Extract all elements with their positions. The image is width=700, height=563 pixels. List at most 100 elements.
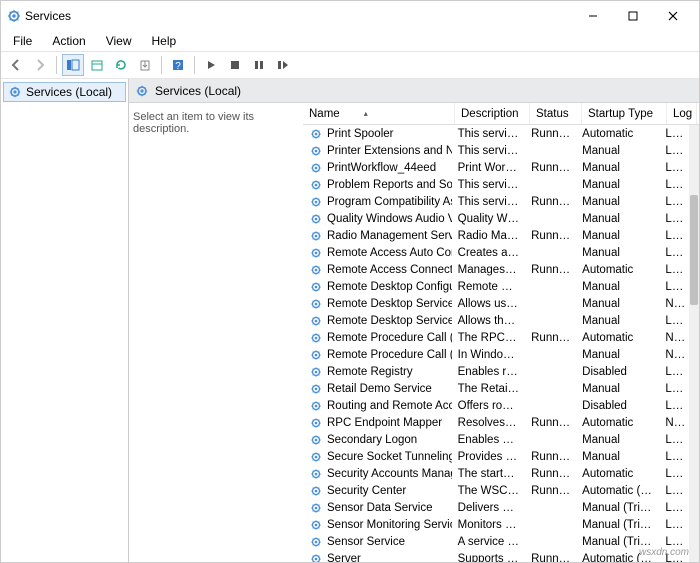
service-name: Sensor Data Service	[327, 502, 432, 514]
service-startup: Disabled	[576, 366, 659, 378]
service-row[interactable]: Security Accounts ManagerThe startup ...…	[303, 465, 689, 482]
service-description: The WSCSV...	[452, 485, 525, 497]
service-description: A service fo...	[452, 536, 525, 548]
service-startup: Manual	[576, 162, 659, 174]
minimize-button[interactable]	[573, 2, 613, 30]
service-row[interactable]: Remote Desktop Configurat...Remote Des..…	[303, 278, 689, 295]
menu-action[interactable]: Action	[44, 32, 93, 50]
service-row[interactable]: Security CenterThe WSCSV...RunningAutoma…	[303, 482, 689, 499]
service-startup: Automatic	[576, 128, 659, 140]
properties-button[interactable]	[86, 54, 108, 76]
export-button[interactable]	[134, 54, 156, 76]
service-name: Printer Extensions and Notif...	[327, 145, 452, 157]
service-description: The startup ...	[452, 468, 525, 480]
service-startup: Manual (Trig...	[576, 502, 659, 514]
service-row[interactable]: Print SpoolerThis service ...RunningAuto…	[303, 125, 689, 142]
back-button[interactable]	[5, 54, 27, 76]
service-row[interactable]: Printer Extensions and Notif...This serv…	[303, 142, 689, 159]
show-hide-tree-button[interactable]	[62, 54, 84, 76]
service-row[interactable]: Routing and Remote AccessOffers routi...…	[303, 397, 689, 414]
service-logon: Loc	[659, 400, 689, 412]
service-name: Remote Procedure Call (RP...	[327, 349, 452, 361]
service-icon	[309, 518, 323, 532]
pane-title: Services (Local)	[155, 84, 241, 98]
service-name: Secondary Logon	[327, 434, 417, 446]
service-logon: Loc	[659, 451, 689, 463]
menu-file[interactable]: File	[5, 32, 40, 50]
service-row[interactable]: Program Compatibility Assi...This servic…	[303, 193, 689, 210]
column-header-status[interactable]: Status	[530, 103, 582, 124]
service-startup: Automatic (D...	[576, 485, 659, 497]
toolbar-separator	[56, 56, 57, 74]
forward-button[interactable]	[29, 54, 51, 76]
service-status: Running	[525, 230, 576, 242]
service-startup: Manual	[576, 315, 659, 327]
tree-pane: Services (Local)	[1, 79, 129, 562]
column-header-name[interactable]: Name▴	[303, 103, 455, 124]
restart-service-button[interactable]	[272, 54, 294, 76]
menu-view[interactable]: View	[98, 32, 140, 50]
service-description: This service ...	[452, 145, 525, 157]
service-row[interactable]: Sensor Monitoring ServiceMonitors va...M…	[303, 516, 689, 533]
description-pane: Select an item to view its description.	[129, 103, 303, 562]
service-row[interactable]: Remote Procedure Call (RPC)The RPCSS ...…	[303, 329, 689, 346]
service-row[interactable]: Problem Reports and Soluti...This servic…	[303, 176, 689, 193]
service-startup: Manual	[576, 434, 659, 446]
service-row[interactable]: Sensor ServiceA service fo...Manual (Tri…	[303, 533, 689, 550]
service-row[interactable]: Secure Socket Tunneling Pr...Provides su…	[303, 448, 689, 465]
service-icon	[309, 161, 323, 175]
service-row[interactable]: Quality Windows Audio Vid...Quality Win.…	[303, 210, 689, 227]
service-description: The Retail D...	[452, 383, 525, 395]
service-name: Remote Desktop Services	[327, 298, 452, 310]
service-row[interactable]: Secondary LogonEnables star...ManualLoc	[303, 431, 689, 448]
vertical-scrollbar[interactable]	[689, 125, 699, 562]
services-window: Services File Action View Help ?	[0, 0, 700, 563]
service-row[interactable]: Remote RegistryEnables rem...DisabledLoc	[303, 363, 689, 380]
service-status: Running	[525, 162, 576, 174]
service-icon	[309, 280, 323, 294]
service-name: Security Center	[327, 485, 406, 497]
refresh-button[interactable]	[110, 54, 132, 76]
service-icon	[309, 212, 323, 226]
menu-help[interactable]: Help	[144, 32, 185, 50]
service-row[interactable]: ServerSupports fil...RunningAutomatic (T…	[303, 550, 689, 562]
service-row[interactable]: Remote Desktop Services U...Allows the r…	[303, 312, 689, 329]
service-row[interactable]: Radio Management ServiceRadio Mana...Run…	[303, 227, 689, 244]
column-header-logon[interactable]: Log	[667, 103, 697, 124]
service-icon	[309, 263, 323, 277]
service-row[interactable]: Sensor Data ServiceDelivers dat...Manual…	[303, 499, 689, 516]
service-row[interactable]: PrintWorkflow_44eedPrint Workfl...Runnin…	[303, 159, 689, 176]
service-description: Manages di...	[452, 264, 525, 276]
service-logon: Loc	[659, 179, 689, 191]
maximize-button[interactable]	[613, 2, 653, 30]
close-button[interactable]	[653, 2, 693, 30]
titlebar: Services	[1, 1, 699, 31]
column-header-startup[interactable]: Startup Type	[582, 103, 667, 124]
service-description: Radio Mana...	[452, 230, 525, 242]
tree-item-services-local[interactable]: Services (Local)	[3, 82, 126, 102]
service-startup: Automatic	[576, 264, 659, 276]
service-row[interactable]: Remote Access Auto Conne...Creates a co.…	[303, 244, 689, 261]
service-row[interactable]: Remote Access Connection...Manages di...…	[303, 261, 689, 278]
service-row[interactable]: Remote Desktop ServicesAllows user...Man…	[303, 295, 689, 312]
service-name: Quality Windows Audio Vid...	[327, 213, 452, 225]
service-row[interactable]: Remote Procedure Call (RP...In Windows..…	[303, 346, 689, 363]
service-logon: Loc	[659, 281, 689, 293]
service-logon: Loc	[659, 264, 689, 276]
help-button[interactable]: ?	[167, 54, 189, 76]
scroll-thumb[interactable]	[690, 195, 698, 305]
service-grid: Name▴ Description Status Startup Type Lo…	[303, 103, 699, 562]
pane-header: Services (Local)	[129, 79, 699, 103]
service-logon: Loc	[659, 315, 689, 327]
service-name: Remote Access Connection...	[327, 264, 452, 276]
pause-service-button[interactable]	[248, 54, 270, 76]
start-service-button[interactable]	[200, 54, 222, 76]
column-header-description[interactable]: Description	[455, 103, 530, 124]
stop-service-button[interactable]	[224, 54, 246, 76]
svg-text:?: ?	[175, 61, 181, 72]
service-row[interactable]: Retail Demo ServiceThe Retail D...Manual…	[303, 380, 689, 397]
service-row[interactable]: RPC Endpoint MapperResolves RP...Running…	[303, 414, 689, 431]
service-status: Running	[525, 468, 576, 480]
service-name: Remote Registry	[327, 366, 413, 378]
service-name: Remote Desktop Configurat...	[327, 281, 452, 293]
